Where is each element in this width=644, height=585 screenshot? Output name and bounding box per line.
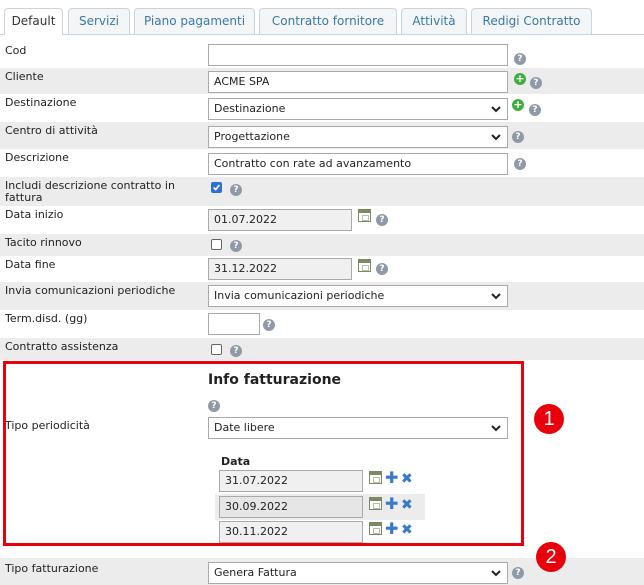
- row-term-disd: Term.disd. (gg) ?: [0, 310, 644, 338]
- row-cliente: Cliente ACME SPA + ?: [0, 68, 644, 94]
- tacito-rinnovo-help-icon[interactable]: ?: [230, 240, 242, 252]
- row-tacito-rinnovo: Tacito rinnovo ?: [0, 234, 644, 256]
- term-disd-label: Term.disd. (gg): [5, 312, 88, 325]
- check-icon: [213, 184, 220, 191]
- contratto-assistenza-help-icon[interactable]: ?: [230, 345, 242, 357]
- calendar-icon[interactable]: [358, 259, 371, 272]
- destinazione-label: Destinazione: [5, 96, 77, 109]
- data-fine-help-icon[interactable]: ?: [376, 263, 388, 275]
- destinazione-help-icon[interactable]: ?: [529, 104, 541, 116]
- data-fine-input[interactable]: 31.12.2022: [208, 258, 352, 280]
- chevron-down-icon: [491, 134, 501, 141]
- tipo-fatturazione-select[interactable]: Genera Fattura: [208, 562, 508, 584]
- tab-servizi[interactable]: Servizi: [68, 8, 130, 34]
- centro-attivita-help-icon[interactable]: ?: [512, 131, 524, 143]
- invia-comunicazioni-select[interactable]: Invia comunicazioni periodiche: [208, 285, 508, 307]
- tab-redigi-contratto[interactable]: Redigi Contratto: [471, 8, 592, 34]
- annotation-badge-2: 2: [536, 542, 566, 572]
- row-data-fine: Data fine 31.12.2022 ?: [0, 256, 644, 282]
- contratto-assistenza-label: Contratto assistenza: [5, 340, 119, 353]
- tab-piano-pagamenti[interactable]: Piano pagamenti: [134, 8, 255, 34]
- destinazione-add-icon[interactable]: +: [512, 99, 524, 111]
- term-disd-help-icon[interactable]: ?: [263, 319, 275, 331]
- chevron-down-icon: [491, 293, 501, 300]
- contratto-assistenza-checkbox[interactable]: [211, 344, 222, 355]
- destinazione-value: Destinazione: [214, 102, 286, 115]
- includi-descrizione-label: Includi descrizione contratto in fattura: [5, 179, 175, 204]
- row-data-inizio: Data inizio 01.07.2022 ?: [0, 206, 644, 234]
- data-fine-label: Data fine: [5, 258, 56, 271]
- centro-attivita-value: Progettazione: [214, 130, 290, 143]
- cliente-add-icon[interactable]: +: [514, 73, 526, 85]
- row-invia-comunicazioni: Invia comunicazioni periodiche Invia com…: [0, 282, 644, 310]
- cliente-label: Cliente: [5, 70, 44, 83]
- destinazione-select[interactable]: Destinazione: [208, 98, 508, 120]
- includi-descrizione-help-icon[interactable]: ?: [230, 184, 242, 196]
- data-inizio-input[interactable]: 01.07.2022: [208, 209, 352, 231]
- centro-attivita-select[interactable]: Progettazione: [208, 126, 508, 148]
- includi-descrizione-checkbox[interactable]: [211, 182, 222, 193]
- row-destinazione: Destinazione Destinazione + ?: [0, 94, 644, 122]
- invia-comunicazioni-label: Invia comunicazioni periodiche: [5, 284, 176, 297]
- row-includi-descrizione: Includi descrizione contratto in fattura…: [0, 177, 644, 206]
- tipo-fatturazione-help-icon[interactable]: ?: [512, 567, 524, 579]
- row-centro-attivita: Centro di attività Progettazione ?: [0, 122, 644, 149]
- descrizione-label: Descrizione: [5, 151, 69, 164]
- descrizione-help-icon[interactable]: ?: [514, 158, 526, 170]
- tipo-fatturazione-value: Genera Fattura: [214, 566, 297, 579]
- cliente-input[interactable]: ACME SPA: [208, 71, 508, 93]
- tab-contratto-fornitore[interactable]: Contratto fornitore: [259, 8, 397, 34]
- invia-comunicazioni-value: Invia comunicazioni periodiche: [214, 289, 385, 302]
- data-inizio-label: Data inizio: [5, 208, 64, 221]
- tab-attivita[interactable]: Attività: [401, 8, 467, 34]
- data-inizio-help-icon[interactable]: ?: [376, 214, 388, 226]
- descrizione-input[interactable]: Contratto con rate ad avanzamento: [208, 153, 508, 175]
- annotation-badge-1: 1: [534, 404, 564, 434]
- cliente-help-icon[interactable]: ?: [530, 77, 542, 89]
- chevron-down-icon: [491, 570, 501, 577]
- centro-attivita-label: Centro di attività: [5, 124, 98, 137]
- row-contratto-assistenza: Contratto assistenza ?: [0, 338, 644, 360]
- row-cod: Cod ?: [0, 42, 644, 68]
- row-descrizione: Descrizione Contratto con rate ad avanza…: [0, 149, 644, 177]
- tipo-fatturazione-label: Tipo fatturazione: [5, 562, 99, 575]
- cod-label: Cod: [5, 44, 27, 57]
- cod-input[interactable]: [208, 44, 508, 66]
- tacito-rinnovo-checkbox[interactable]: [211, 239, 222, 250]
- calendar-icon[interactable]: [358, 209, 371, 222]
- tab-bar: Default Servizi Piano pagamenti Contratt…: [0, 0, 644, 35]
- tab-default[interactable]: Default: [4, 8, 63, 35]
- highlight-box: [3, 361, 524, 546]
- chevron-down-icon: [491, 106, 501, 113]
- term-disd-input[interactable]: [208, 313, 260, 335]
- tacito-rinnovo-label: Tacito rinnovo: [5, 236, 82, 249]
- cod-help-icon[interactable]: ?: [514, 53, 526, 65]
